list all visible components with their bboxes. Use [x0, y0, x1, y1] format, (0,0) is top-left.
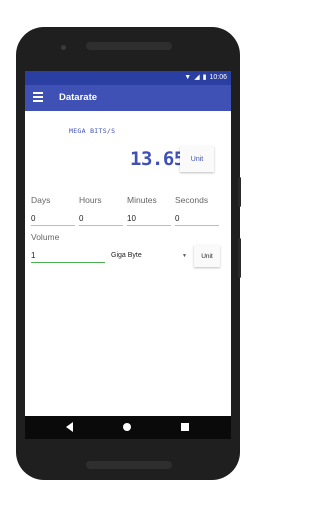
- volume-label: Volume: [31, 232, 60, 242]
- seconds-label: Seconds: [175, 195, 209, 205]
- top-speaker: [86, 42, 172, 50]
- volume-unit-select[interactable]: Giga Byte ▼: [111, 249, 187, 263]
- status-icons: ▼ ◢ ▮ 10:06: [184, 73, 227, 83]
- result-value: 13.65: [130, 148, 185, 170]
- minutes-label: Minutes: [127, 195, 157, 205]
- minutes-input[interactable]: 10: [127, 213, 171, 226]
- result-unit-label: MEGA BITS/S: [69, 127, 116, 135]
- hours-label: Hours: [79, 195, 102, 205]
- front-camera: [61, 45, 66, 50]
- days-input[interactable]: 0: [31, 213, 75, 226]
- dropdown-arrow-icon: ▼: [182, 253, 187, 259]
- battery-icon: ▮: [202, 74, 207, 81]
- days-label: Days: [31, 195, 51, 205]
- volume-unit-selected: Giga Byte: [111, 252, 142, 259]
- wifi-icon: ▼: [184, 74, 192, 81]
- app-bar: Datarate: [25, 85, 231, 111]
- app-title: Datarate: [59, 92, 98, 103]
- recents-icon[interactable]: [181, 423, 189, 431]
- seconds-input[interactable]: 0: [175, 213, 219, 226]
- status-bar: ▼ ◢ ▮ 10:06: [25, 71, 231, 85]
- volume-input[interactable]: 1: [31, 250, 105, 263]
- volume-unit-button[interactable]: Unit: [194, 245, 220, 267]
- volume-rocker: [238, 238, 241, 278]
- back-icon[interactable]: [66, 422, 73, 432]
- status-time: 10:06: [209, 74, 227, 81]
- home-icon[interactable]: [123, 423, 131, 431]
- power-button: [238, 177, 241, 207]
- hamburger-menu-icon[interactable]: [33, 92, 43, 104]
- hours-input[interactable]: 0: [79, 213, 123, 226]
- navigation-bar: [25, 416, 231, 439]
- bottom-speaker: [86, 461, 172, 469]
- result-unit-button[interactable]: Unit: [180, 146, 214, 172]
- signal-icon: ◢: [194, 74, 200, 81]
